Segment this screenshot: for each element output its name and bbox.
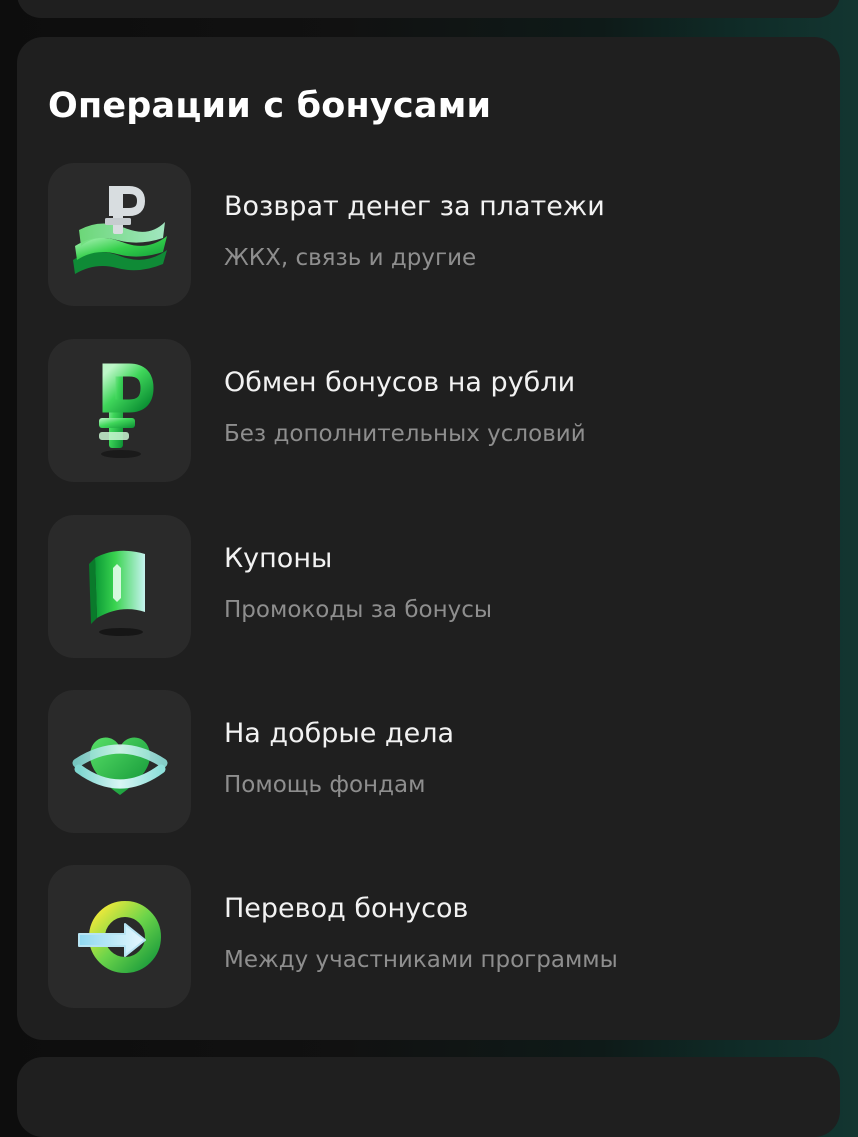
ruble-stack-icon [72,185,167,274]
item-subtitle: Промокоды за бонусы [224,597,493,623]
item-title: На добрые дела [224,718,455,749]
item-title: Купоны [224,543,333,574]
item-title: Возврат денег за платежи [224,191,605,222]
coupons-item[interactable]: Купоны Промокоды за бонусы [48,515,808,658]
coupons-tile [48,515,191,658]
item-subtitle: Без дополнительных условий [224,421,586,447]
item-subtitle: Между участниками программы [224,947,618,973]
bonus-operations-card: Операции с бонусами Возврат денег за пла… [17,37,840,1040]
section-title: Операции с бонусами [48,86,492,126]
refund-payments-item[interactable]: Возврат денег за платежи ЖКХ, связь и др… [48,163,808,306]
good-deeds-item[interactable]: На добрые дела Помощь фондам [48,690,808,833]
previous-card [17,0,840,18]
ruble-sign-icon [98,363,154,458]
item-title: Перевод бонусов [224,893,469,924]
exchange-bonuses-item[interactable]: Обмен бонусов на рубли Без дополнительны… [48,339,808,482]
item-title: Обмен бонусов на рубли [224,367,576,398]
transfer-bonuses-item[interactable]: Перевод бонусов Между участниками програ… [48,865,808,1008]
transfer-arrow-icon [77,900,161,973]
good-deeds-tile [48,690,191,833]
item-subtitle: ЖКХ, связь и другие [224,245,477,271]
next-card [17,1057,840,1137]
refund-payments-tile [48,163,191,306]
transfer-bonuses-tile [48,865,191,1008]
item-subtitle: Помощь фондам [224,772,426,798]
heart-ring-icon [72,736,167,795]
exchange-bonuses-tile [48,339,191,482]
coupon-icon [88,550,145,636]
